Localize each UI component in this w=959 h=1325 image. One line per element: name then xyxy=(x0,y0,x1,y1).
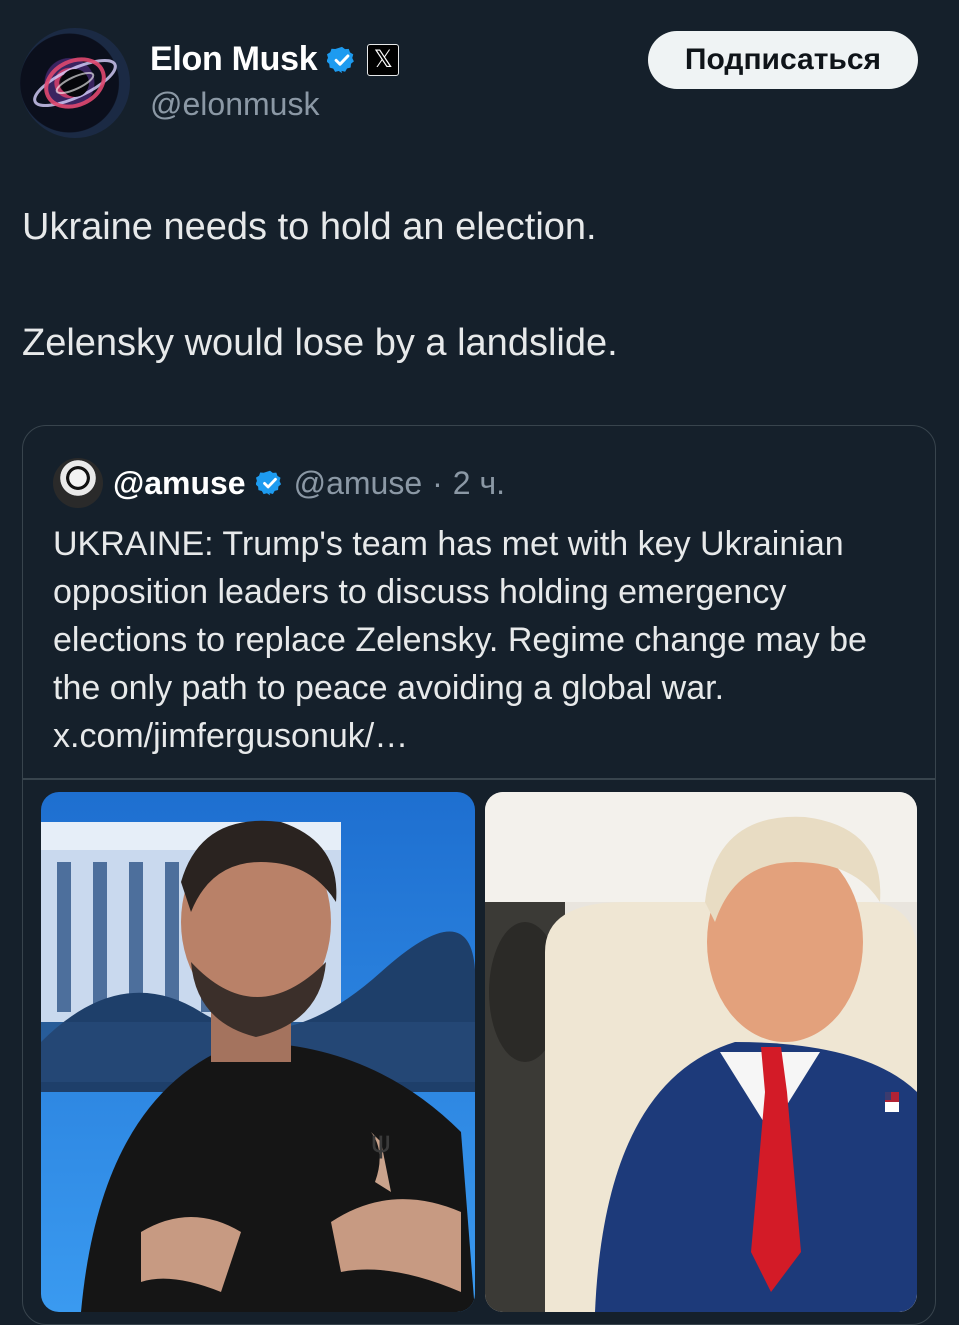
quoted-author-handle: @amuse xyxy=(293,464,423,501)
tweet-paragraph: Ukraine needs to hold an election. xyxy=(22,206,597,248)
quoted-tweet-text: UKRAINE: Trump's team has met with key U… xyxy=(53,525,867,755)
quoted-timestamp: 2 ч. xyxy=(452,464,506,501)
photo-speaker-image: ψ xyxy=(41,792,475,1312)
quoted-tweet-header: @amuse @amuse · 2 ч. xyxy=(53,458,505,508)
divider xyxy=(23,778,935,780)
quoted-author-avatar xyxy=(53,458,103,508)
photo-right[interactable] xyxy=(485,792,917,1312)
svg-text:ψ: ψ xyxy=(371,1125,391,1160)
follow-button[interactable]: Подписаться xyxy=(648,31,918,89)
x-affiliation-icon: 𝕏 xyxy=(367,43,400,76)
author-name[interactable]: Elon Musk xyxy=(150,40,318,79)
quoted-media: ψ xyxy=(41,792,917,1312)
photo-left[interactable]: ψ xyxy=(41,792,475,1312)
author-avatar[interactable] xyxy=(20,28,130,138)
photo-seated-man-image xyxy=(485,792,917,1312)
quoted-tweet-card[interactable]: @amuse @amuse · 2 ч. UKRAINE: Trump's te… xyxy=(22,425,936,1325)
tweet-paragraph: Zelensky would lose by a landslide. xyxy=(22,322,618,364)
tweet-text: Ukraine needs to hold an election. Zelen… xyxy=(22,198,932,372)
author-handle[interactable]: @elonmusk xyxy=(150,86,319,123)
author-name-row: Elon Musk 𝕏 xyxy=(150,40,400,79)
verified-badge-icon xyxy=(327,46,355,73)
verified-badge-icon xyxy=(255,470,281,496)
tweet-header: Elon Musk 𝕏 @elonmusk Подписаться xyxy=(0,0,959,150)
dot-separator: · xyxy=(432,464,443,501)
quoted-author-name: @amuse xyxy=(113,464,246,501)
black-hole-icon xyxy=(33,57,117,109)
